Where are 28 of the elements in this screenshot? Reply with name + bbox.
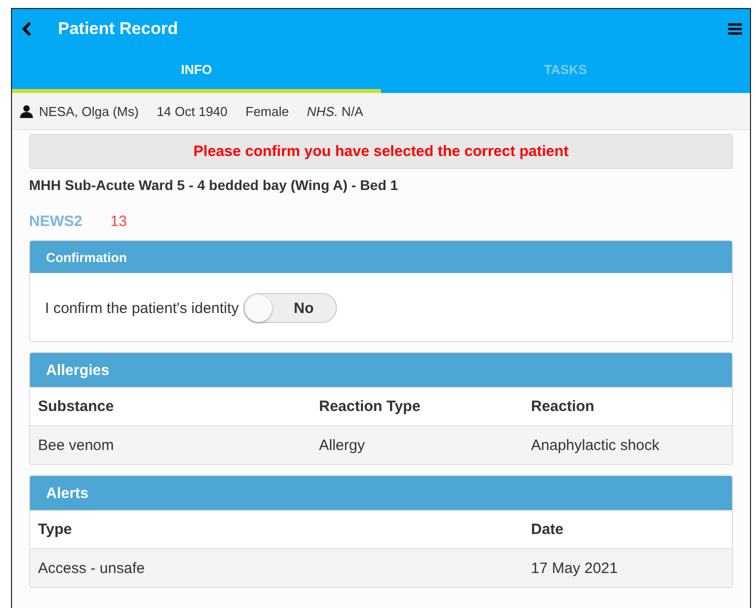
patient-name: NESA, Olga (Ms) [39,104,139,118]
patient-sex: Female [246,104,289,118]
column-header: Type [38,521,73,538]
card-header: Confirmation [30,241,732,273]
column-header: Date [531,521,565,538]
ward-location: MHH Sub-Acute Ward 5 - 4 bedded bay (Wing A) - Bed 1 [29,177,400,193]
news2-score: 13 [110,213,128,230]
table-cell-text: Allergy [319,436,366,454]
column-header: Substance [38,398,115,415]
nhs-number: NHS. N/A [306,104,364,118]
page-title: Patient Record [58,19,179,39]
table-cell-text: Bee venom [38,436,115,454]
table-cell-text: Anaphylactic shock [531,436,660,454]
warning-banner: Please confirm you have selected the correct patient [29,134,733,169]
table-cell-text: 17 May 2021 [531,560,619,576]
confirm-label: I confirm the patient's identity [45,300,239,316]
table-cell-text: Access - unsafe [38,560,146,576]
menu-icon[interactable] [728,23,742,35]
column-header: Reaction [531,398,596,415]
birth-date: 14 Oct 1940 [156,104,228,118]
person-icon [20,104,33,118]
tab[interactable]: TASKS [381,49,750,93]
identity-toggle[interactable]: No [242,293,337,323]
news2-label: NEWS2 [29,213,82,230]
card-header: Allergies [30,353,732,387]
card-header: Alerts [30,476,732,510]
column-header: Reaction Type [319,398,422,415]
back-icon[interactable] [22,22,32,36]
